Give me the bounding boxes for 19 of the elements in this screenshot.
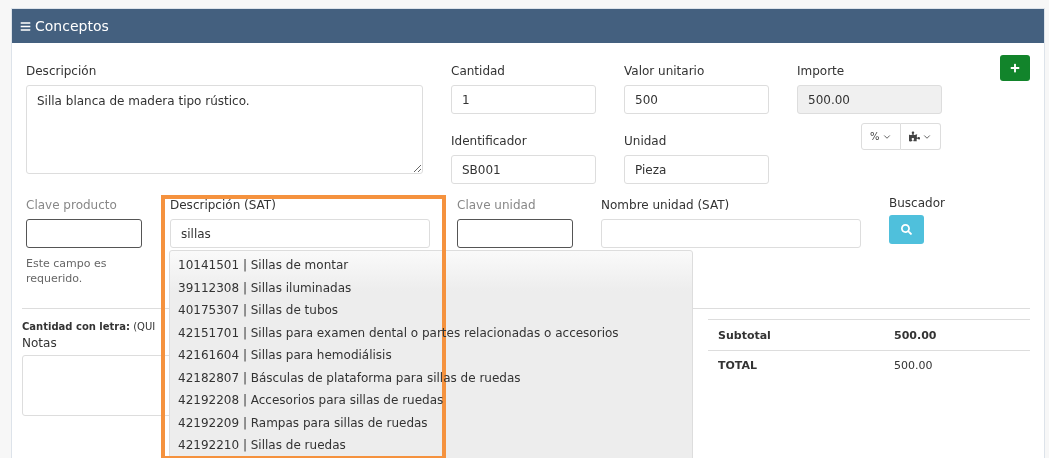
field-label: Descripción (SAT) <box>170 197 276 213</box>
field-label: Descripción <box>26 63 97 79</box>
total-value: 500.00 <box>894 359 933 372</box>
total-value: 500.00 <box>894 328 937 342</box>
help-text: Este campo es requerido. <box>26 256 108 286</box>
notes-label: Notas <box>22 335 57 351</box>
total-label: TOTAL <box>718 359 759 372</box>
field-label: Unidad <box>624 133 667 149</box>
field-label: Clave producto <box>26 197 117 213</box>
field-label: Cantidad <box>451 63 505 79</box>
field-label: Identificador <box>451 133 527 149</box>
panel-title: Conceptos <box>35 18 109 34</box>
field-label: Buscador <box>889 195 945 211</box>
total-label: Subtotal <box>718 328 772 342</box>
field-label: Valor unitario <box>624 63 705 79</box>
field-label: Nombre unidad (SAT) <box>601 197 730 213</box>
amount-in-words: Cantidad con letra: (QUI <box>22 320 156 334</box>
field-label: Importe <box>797 63 845 79</box>
field-label: Clave unidad <box>457 197 536 213</box>
